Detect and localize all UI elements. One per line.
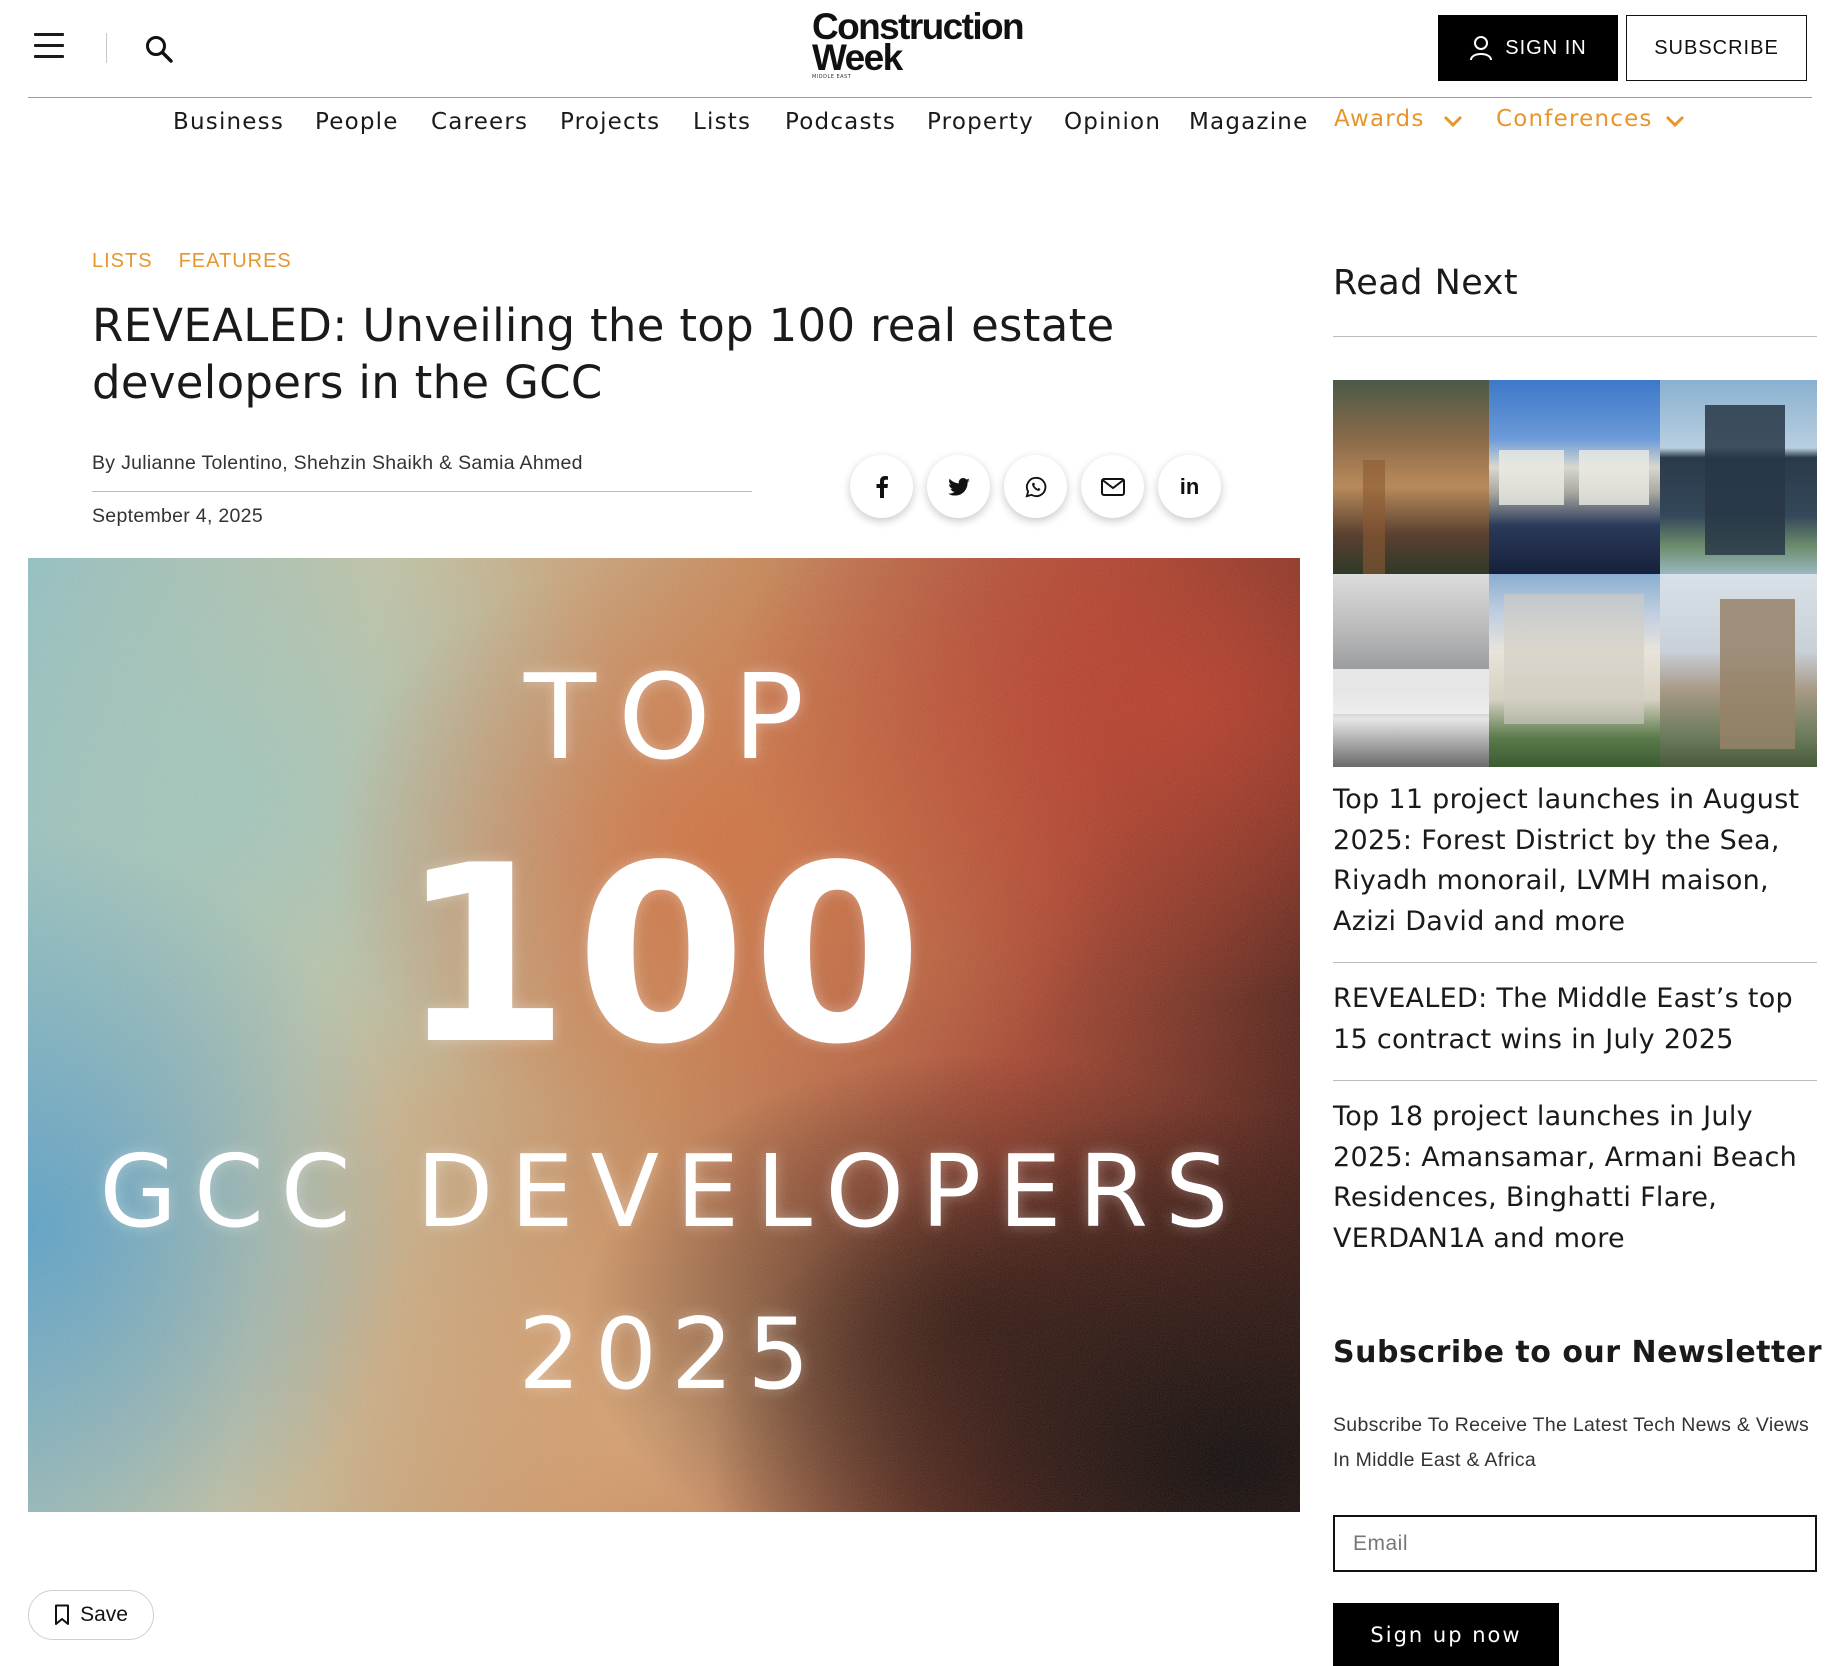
read-next-thumbnail[interactable] [1333,380,1817,767]
email-field[interactable] [1333,1515,1817,1572]
thumbnail-tile [1489,574,1660,767]
whatsapp-icon [1025,476,1046,497]
subscribe-label: SUBSCRIBE [1654,36,1779,59]
hero-line-subtitle: GCC DEVELOPERS [99,1133,1246,1250]
site-logo[interactable]: Construction Week MIDDLE EAST [812,8,1032,80]
thumbnail-tile [1333,380,1489,574]
nav-dropdown-conferences[interactable]: Conferences [1496,106,1685,132]
nav-item-projects[interactable]: Projects [560,109,660,135]
nav-dropdown-awards-label: Awards [1334,106,1425,132]
read-next-item[interactable]: Top 11 project launches in August 2025: … [1333,780,1817,942]
divider [1333,336,1817,337]
sign-up-button[interactable]: Sign up now [1333,1603,1559,1666]
divider [1333,1080,1817,1081]
facebook-icon [876,475,888,498]
hero-line-top: TOP [523,648,827,786]
email-icon [1100,477,1125,496]
nav-item-lists[interactable]: Lists [693,109,751,135]
read-next-item[interactable]: REVEALED: The Middle East’s top 15 contr… [1333,979,1817,1060]
nav-dropdown-conferences-label: Conferences [1496,106,1653,132]
whatsapp-share-button[interactable] [1004,455,1067,518]
sign-up-label: Sign up now [1370,1622,1522,1647]
facebook-share-button[interactable] [850,455,913,518]
article-byline: By Julianne Tolentino, Shehzin Shaikh & … [92,452,752,492]
save-button[interactable]: Save [28,1590,154,1640]
share-buttons: in [850,455,1221,521]
twitter-icon [947,477,970,496]
nav-item-property[interactable]: Property [927,109,1034,135]
article-categories: LISTS FEATURES [92,250,292,273]
divider [1333,962,1817,963]
hero-image: TOP 100 GCC DEVELOPERS 2025 [28,558,1300,1512]
newsletter-title: Subscribe to our Newsletter [1333,1335,1823,1370]
hero-line-year: 2025 [518,1298,824,1412]
hero-line-number: 100 [399,813,929,1098]
chevron-down-icon [1443,115,1462,128]
user-icon [1470,36,1493,61]
thumbnail-tile [1489,380,1660,574]
read-next-title: Read Next [1333,263,1519,303]
search-icon[interactable] [143,33,177,67]
linkedin-share-button[interactable]: in [1158,455,1221,518]
read-next-item[interactable]: Top 18 project launches in July 2025: Am… [1333,1097,1817,1259]
newsletter-description: Subscribe To Receive The Latest Tech New… [1333,1414,1810,1471]
divider [106,33,107,63]
nav-item-business[interactable]: Business [173,109,284,135]
email-share-button[interactable] [1081,455,1144,518]
nav-item-podcasts[interactable]: Podcasts [785,109,896,135]
article-title: REVEALED: Unveiling the top 100 real est… [92,299,1115,409]
sign-in-button[interactable]: SIGN IN [1438,15,1618,81]
subscribe-button[interactable]: SUBSCRIBE [1626,15,1807,81]
sign-in-label: SIGN IN [1505,36,1587,59]
main-nav: Business People Careers Projects Lists P… [0,99,1832,149]
nav-item-careers[interactable]: Careers [431,109,528,135]
category-features[interactable]: FEATURES [179,250,292,272]
chevron-down-icon [1665,115,1684,128]
menu-icon[interactable] [34,33,64,59]
save-label: Save [80,1603,128,1626]
bookmark-icon [55,1604,70,1625]
thumbnail-tile [1333,574,1489,767]
linkedin-icon: in [1179,473,1200,499]
article-date: September 4, 2025 [92,505,263,527]
nav-item-people[interactable]: People [315,109,399,135]
thumbnail-tile [1660,574,1817,767]
top-bar: Construction Week MIDDLE EAST SIGN IN SU… [28,0,1812,98]
nav-dropdown-awards[interactable]: Awards [1334,106,1463,132]
twitter-share-button[interactable] [927,455,990,518]
thumbnail-tile [1660,380,1817,574]
category-lists[interactable]: LISTS [92,250,153,272]
nav-item-opinion[interactable]: Opinion [1064,109,1161,135]
nav-item-magazine[interactable]: Magazine [1189,109,1308,135]
